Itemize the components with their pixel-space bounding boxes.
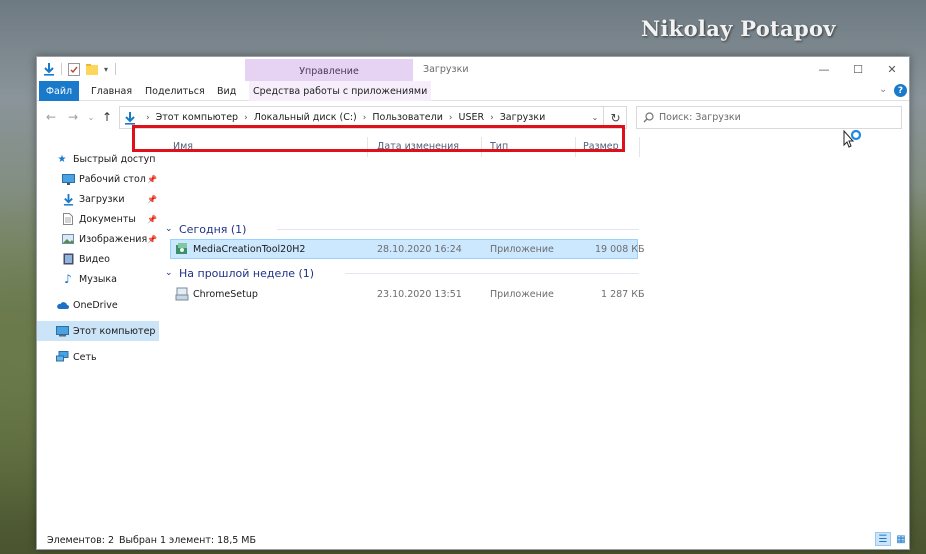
title-divider [61,63,62,75]
details-view-icon[interactable]: ☰ [875,532,891,546]
breadcrumb-local-disk[interactable]: Локальный диск (C:) [254,112,357,123]
sidebar-item-documents[interactable]: Документы 📌 [37,209,159,229]
pin-icon: 📌 [147,234,157,244]
pin-icon: 📌 [147,214,157,224]
file-type: Приложение [490,243,554,255]
sidebar-item-network[interactable]: Сеть [37,347,159,367]
group-header-last-week[interactable]: ⌄ На прошлой неделе (1) [165,265,314,281]
file-row-mediacreationtool[interactable]: MediaCreationTool20H2 28.10.2020 16:24 П… [170,239,645,259]
breadcrumb-this-pc[interactable]: Этот компьютер [156,112,238,123]
file-size: 19 008 КБ [595,243,645,255]
breadcrumb-separator-icon: › [146,112,150,123]
picture-icon [61,232,75,246]
quick-access-download-icon[interactable] [41,61,57,77]
busy-cursor-icon [843,129,865,152]
chevron-down-icon: ⌄ [165,268,173,278]
file-name: ChromeSetup [193,288,258,300]
installer-app-icon [175,287,189,301]
sidebar-item-downloads[interactable]: Загрузки 📌 [37,189,159,209]
search-icon [637,112,659,123]
group-label: Сегодня (1) [179,222,247,236]
tab-application-tools[interactable]: Средства работы с приложениями [249,81,432,101]
installer-app-icon [175,242,189,256]
title-bar: ▾ Управление Загрузки — ☐ ✕ [37,57,909,83]
breadcrumb-users[interactable]: Пользователи [372,112,443,123]
minimize-button[interactable]: — [809,61,839,77]
up-arrow-icon[interactable]: ↑ [99,109,115,125]
title-divider-2 [115,63,116,75]
context-tab-group-label: Управление [245,59,413,83]
music-icon: ♪ [64,272,72,286]
network-icon [55,350,69,364]
search-input[interactable] [659,112,889,123]
group-divider [345,273,639,274]
breadcrumb-separator-icon: › [490,112,494,123]
chevron-down-icon: ⌄ [165,224,173,234]
file-name: MediaCreationTool20H2 [193,243,306,255]
tab-share[interactable]: Поделиться [145,81,205,101]
pin-icon: 📌 [147,174,157,184]
ribbon-tabs: Файл Главная Поделиться Вид Средства раб… [37,81,909,101]
sidebar-item-desktop[interactable]: Рабочий стол 📌 [37,169,159,189]
file-date: 28.10.2020 16:24 [377,243,462,255]
breadcrumb-downloads[interactable]: Загрузки [500,112,546,123]
large-icons-view-icon[interactable]: ▦ [893,532,909,546]
file-size: 1 287 КБ [601,288,645,300]
properties-icon[interactable] [67,61,81,77]
window-title: Загрузки [423,64,469,75]
sidebar-item-onedrive[interactable]: OneDrive [37,295,159,315]
status-bar: Элементов: 2 Выбран 1 элемент: 18,5 МБ ☰… [37,531,909,549]
tab-view[interactable]: Вид [217,81,236,101]
customize-toolbar-chevron-icon[interactable]: ▾ [101,61,111,77]
breadcrumb-separator-icon: › [244,112,248,123]
sidebar-item-this-pc[interactable]: Этот компьютер [37,321,159,341]
highlight-annotation-box [132,125,625,152]
breadcrumb-user[interactable]: USER [459,112,485,123]
sidebar-item-pictures[interactable]: Изображения 📌 [37,229,159,249]
desktop-icon [61,172,75,186]
back-arrow-icon[interactable]: ← [43,109,59,125]
recent-locations-chevron-icon[interactable]: ⌄ [83,109,99,125]
sidebar-item-videos[interactable]: Видео [37,249,159,269]
group-header-today[interactable]: ⌄ Сегодня (1) [165,221,246,237]
column-divider[interactable] [639,137,640,157]
expand-ribbon-chevron-icon[interactable]: ⌄ [879,84,887,95]
item-count: Элементов: 2 [47,534,114,546]
tab-file[interactable]: Файл [39,81,79,101]
watermark: Nikolay Potapov [641,16,836,41]
help-icon[interactable]: ? [894,84,907,97]
file-type: Приложение [490,288,554,300]
star-icon: ★ [57,153,67,165]
group-divider [277,229,639,230]
group-label: На прошлой неделе (1) [179,266,315,280]
maximize-button[interactable]: ☐ [843,61,873,77]
pin-icon: 📌 [147,194,157,204]
sidebar-item-quick-access[interactable]: ★ Быстрый доступ [37,149,159,169]
close-button[interactable]: ✕ [877,61,907,77]
breadcrumb-separator-icon: › [448,112,453,123]
file-date: 23.10.2020 13:51 [377,288,462,300]
address-dropdown-chevron-icon[interactable]: ⌄ [587,109,603,125]
navigation-pane: ★ Быстрый доступ Рабочий стол 📌 Загрузки… [37,133,161,533]
computer-icon [55,324,69,338]
video-icon [61,252,75,266]
document-icon [61,212,75,226]
forward-arrow-icon[interactable]: → [65,109,81,125]
breadcrumb-separator-icon: › [362,112,367,123]
file-row-chromesetup[interactable]: ChromeSetup 23.10.2020 13:51 Приложение … [171,285,644,303]
cloud-icon [55,298,69,312]
new-folder-icon[interactable] [85,61,99,77]
tab-home[interactable]: Главная [91,81,132,101]
search-box[interactable] [636,106,902,129]
download-icon [61,192,75,206]
file-list: Имя Дата изменения Тип Размер ⌄ Сегодня … [165,133,909,533]
sidebar-item-music[interactable]: ♪ Музыка [37,269,159,289]
selection-info: Выбран 1 элемент: 18,5 МБ [119,534,257,546]
download-folder-icon [120,111,140,125]
